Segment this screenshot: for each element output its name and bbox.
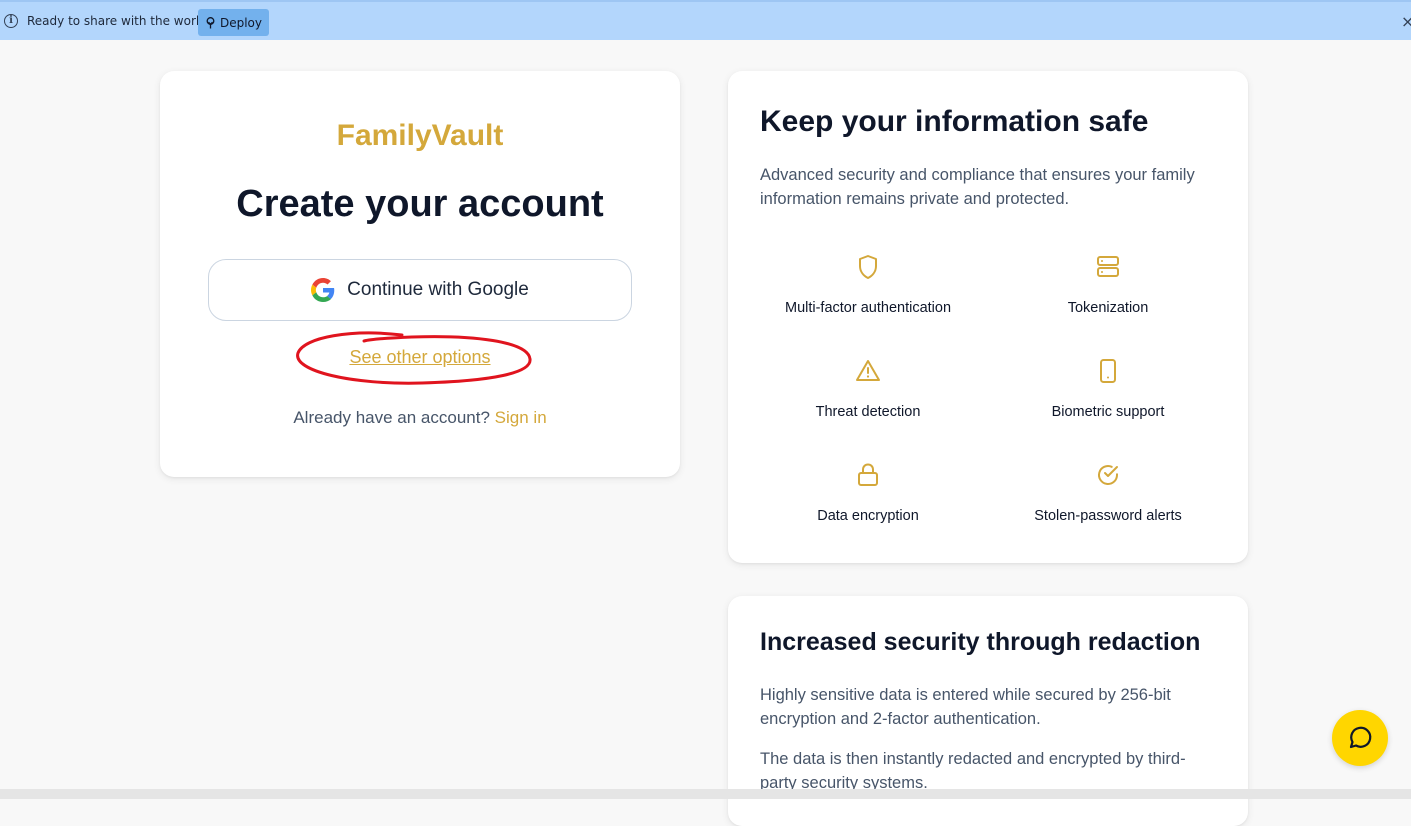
feature-label: Biometric support bbox=[1051, 404, 1165, 420]
horizontal-scrollbar[interactable] bbox=[0, 789, 1411, 799]
feature-item: Threat detection bbox=[748, 358, 988, 420]
info-icon: i bbox=[4, 14, 18, 28]
sign-in-link[interactable]: Sign in bbox=[495, 408, 547, 427]
feature-item: Stolen-password alerts bbox=[988, 462, 1228, 524]
feature-item: Data encryption bbox=[748, 462, 988, 524]
page-title: Create your account bbox=[236, 183, 604, 225]
deploy-icon bbox=[206, 16, 215, 28]
deploy-label: Deploy bbox=[219, 15, 263, 30]
redaction-paragraph-1: Highly sensitive data is entered while s… bbox=[760, 686, 1171, 728]
close-banner-icon[interactable]: × bbox=[1401, 12, 1411, 31]
chat-bubble-icon bbox=[1349, 726, 1372, 749]
redaction-paragraph-2: The data is then instantly redacted and … bbox=[760, 750, 1186, 792]
deploy-banner: i Ready to share with the world? Deploy … bbox=[0, 0, 1411, 40]
brand-logo: FamilyVault bbox=[336, 119, 504, 152]
security-card-title: Keep your information safe bbox=[760, 105, 1149, 138]
feature-label: Tokenization bbox=[1067, 300, 1149, 316]
shield-icon bbox=[859, 255, 877, 279]
feature-item: Biometric support bbox=[988, 358, 1228, 420]
google-icon bbox=[311, 278, 335, 302]
check-circle-icon bbox=[1098, 465, 1118, 485]
alert-triangle-icon bbox=[856, 360, 880, 381]
see-other-options-link[interactable]: See other options bbox=[160, 347, 680, 368]
feature-label: Stolen-password alerts bbox=[1034, 508, 1182, 524]
lock-icon bbox=[858, 463, 878, 486]
chat-button[interactable] bbox=[1332, 710, 1388, 766]
smartphone-icon bbox=[1100, 359, 1116, 383]
feature-item: Multi-factor authentication bbox=[748, 254, 988, 316]
already-text: Already have an account? bbox=[293, 408, 490, 427]
banner-text: Ready to share with the world? bbox=[27, 14, 214, 28]
security-card-description: Advanced security and compliance that en… bbox=[760, 166, 1195, 208]
redaction-card-title: Increased security through redaction bbox=[760, 628, 1201, 656]
feature-label: Data encryption bbox=[817, 508, 919, 524]
security-features-card: Keep your information safe Advanced secu… bbox=[728, 71, 1248, 563]
signup-card: FamilyVault Create your account Continue… bbox=[160, 71, 680, 477]
server-icon bbox=[1097, 256, 1119, 277]
feature-label: Multi-factor authentication bbox=[784, 300, 952, 316]
already-have-account: Already have an account? Sign in bbox=[160, 408, 680, 428]
feature-item: Tokenization bbox=[988, 254, 1228, 316]
google-button-label: Continue with Google bbox=[347, 279, 529, 300]
continue-with-google-button[interactable]: Continue with Google bbox=[208, 259, 632, 321]
deploy-button[interactable]: Deploy bbox=[198, 9, 269, 36]
feature-label: Threat detection bbox=[815, 404, 921, 420]
